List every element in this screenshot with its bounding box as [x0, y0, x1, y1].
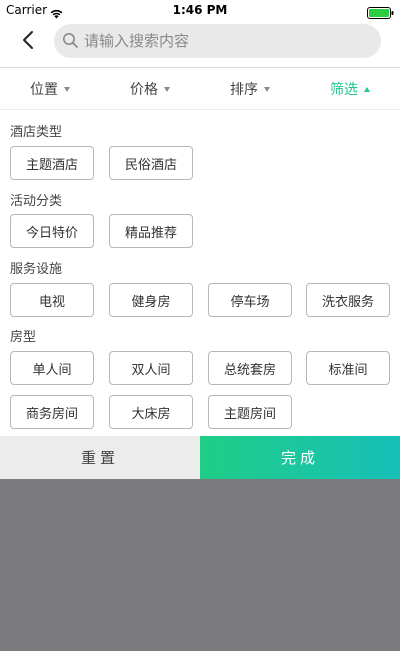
reset-button[interactable]: 重置 [0, 436, 200, 479]
option-chip[interactable]: 大床房 [109, 395, 193, 429]
back-button[interactable] [14, 28, 42, 56]
section-title-facilities: 服务设施 [10, 262, 63, 277]
chevron-left-icon [21, 30, 35, 54]
option-chip[interactable]: 标准间 [306, 351, 390, 385]
tab-label: 价格 [130, 82, 158, 98]
triangle-down-icon [164, 86, 170, 92]
triangle-down-icon [264, 86, 270, 92]
done-button[interactable]: 完成 [200, 436, 400, 479]
triangle-up-icon [364, 86, 370, 92]
option-chip[interactable]: 民俗酒店 [109, 146, 193, 180]
dim-overlay[interactable] [0, 479, 400, 651]
option-chip[interactable]: 健身房 [109, 283, 193, 317]
clock-time: 1:46 PM [172, 3, 228, 17]
search-bar[interactable] [54, 24, 381, 58]
option-chip[interactable]: 商务房间 [10, 395, 94, 429]
option-chip[interactable]: 主题房间 [208, 395, 292, 429]
section-title-activity: 活动分类 [10, 194, 63, 209]
tab-location[interactable]: 位置 [30, 68, 70, 110]
option-chip[interactable]: 停车场 [208, 283, 292, 317]
filter-tabs: 位置 价格 排序 筛选 [0, 68, 400, 110]
option-chip[interactable]: 总统套房 [208, 351, 292, 385]
option-chip[interactable]: 洗衣服务 [306, 283, 390, 317]
tab-label: 筛选 [330, 82, 358, 98]
option-chip[interactable]: 单人间 [10, 351, 94, 385]
tab-label: 排序 [230, 82, 258, 98]
tab-sort[interactable]: 排序 [230, 68, 270, 110]
option-chip[interactable]: 精品推荐 [109, 214, 193, 248]
option-chip[interactable]: 今日特价 [10, 214, 94, 248]
search-icon [62, 32, 79, 53]
tab-price[interactable]: 价格 [130, 68, 170, 110]
section-title-room-type: 房型 [10, 330, 37, 345]
status-bar: Carrier 1:46 PM [0, 0, 400, 20]
search-input[interactable] [84, 24, 369, 58]
option-chip[interactable]: 电视 [10, 283, 94, 317]
option-chip[interactable]: 双人间 [109, 351, 193, 385]
option-chip[interactable]: 主题酒店 [10, 146, 94, 180]
tab-label: 位置 [30, 82, 58, 98]
section-title-hotel-type: 酒店类型 [10, 125, 63, 140]
nav-bar [0, 20, 400, 64]
triangle-down-icon [64, 86, 70, 92]
tab-filter[interactable]: 筛选 [330, 68, 370, 110]
